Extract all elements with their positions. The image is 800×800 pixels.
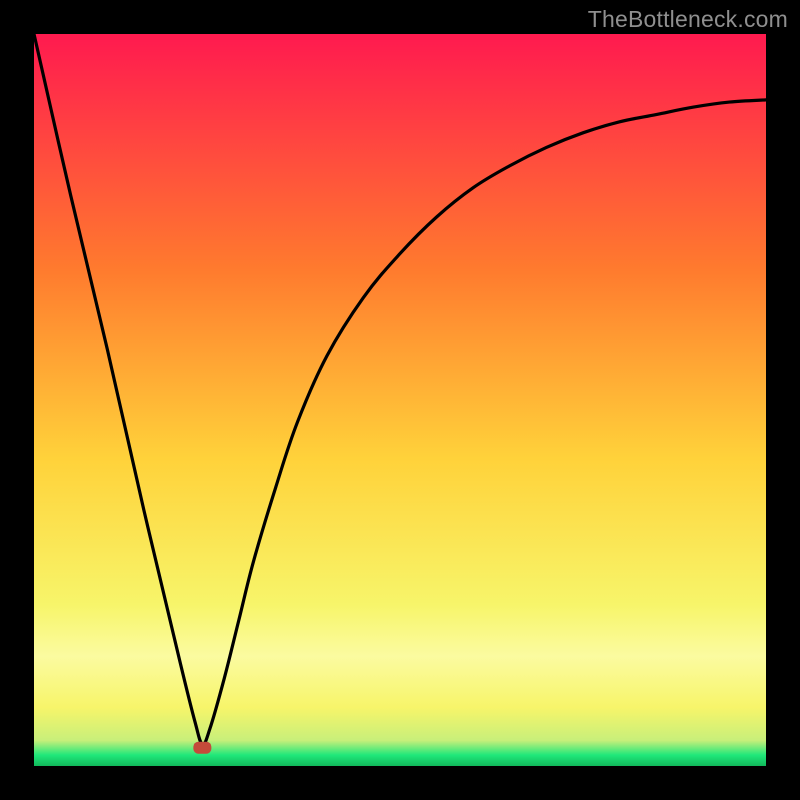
chart-plot — [34, 34, 766, 766]
attribution-text: TheBottleneck.com — [588, 6, 788, 33]
minimum-marker — [193, 742, 211, 754]
chart-background — [34, 34, 766, 766]
chart-frame: TheBottleneck.com — [0, 0, 800, 800]
